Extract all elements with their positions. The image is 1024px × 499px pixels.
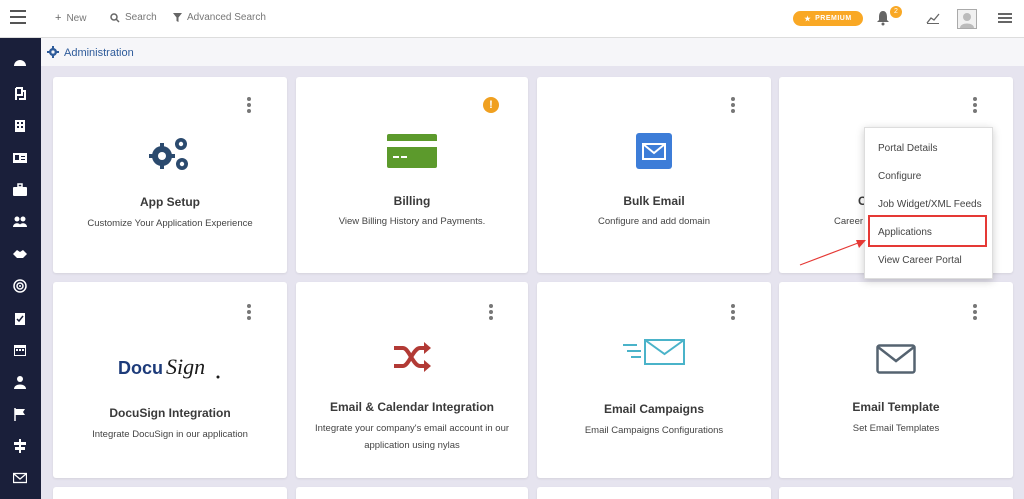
mail-icon[interactable] <box>13 471 27 485</box>
breadcrumb: Administration <box>41 38 1024 66</box>
card-title: Email Campaigns <box>603 402 705 416</box>
user-avatar-icon <box>960 13 974 28</box>
card-title: Email Template <box>852 400 940 414</box>
card-billing[interactable]: ! Billing View Billing History and Payme… <box>296 77 528 273</box>
credit-card-icon <box>387 134 437 168</box>
bell-icon[interactable] <box>876 10 890 26</box>
card-title: Billing <box>393 194 431 208</box>
card-description: Customize Your Application Experience <box>87 218 253 229</box>
more-options-icon[interactable] <box>247 304 251 320</box>
target-icon[interactable] <box>13 279 27 293</box>
jobs-icon[interactable] <box>13 87 27 101</box>
envelope-icon <box>636 133 672 169</box>
more-options-icon[interactable] <box>973 304 977 320</box>
more-options-icon[interactable] <box>247 97 251 113</box>
briefcase-icon[interactable] <box>13 183 27 197</box>
card-bulk-email[interactable]: Bulk Email Configure and add domain <box>537 77 771 273</box>
more-options-icon[interactable] <box>731 304 735 320</box>
building-icon[interactable] <box>13 119 27 133</box>
list-menu-icon[interactable] <box>998 12 1012 24</box>
more-options-icon[interactable] <box>489 304 493 320</box>
advanced-search-button[interactable]: Advanced Search <box>173 12 266 23</box>
card-app-setup[interactable]: App Setup Customize Your Application Exp… <box>53 77 287 273</box>
card-partial[interactable] <box>537 487 771 499</box>
card-description: Email Campaigns Configurations <box>584 425 724 436</box>
card-description: Configure and add domain <box>598 216 710 227</box>
dashboard-icon[interactable] <box>13 55 27 69</box>
card-description: Integrate your company's email account i… <box>314 423 510 451</box>
user-icon[interactable] <box>13 375 27 389</box>
handshake-icon[interactable] <box>13 247 27 261</box>
card-title: App Setup <box>140 195 200 209</box>
warning-icon[interactable]: ! <box>483 97 499 113</box>
fast-mail-icon <box>623 339 685 365</box>
search-button[interactable]: Search <box>110 12 157 23</box>
sidebar <box>0 38 41 499</box>
menu-item-portal-details[interactable]: Portal Details <box>878 143 937 154</box>
more-options-icon[interactable] <box>731 97 735 113</box>
calendar-icon[interactable] <box>13 343 27 357</box>
avatar[interactable] <box>957 9 977 29</box>
plus-icon: + <box>55 12 62 24</box>
card-partial[interactable] <box>779 487 1013 499</box>
card-docusign[interactable]: Docu Sign DocuSign Integration Integrate… <box>53 282 287 478</box>
card-email-template[interactable]: Email Template Set Email Templates <box>779 282 1013 478</box>
flag-icon[interactable] <box>13 407 27 421</box>
menu-item-configure[interactable]: Configure <box>878 171 921 182</box>
id-card-icon[interactable] <box>13 151 27 165</box>
card-options-dropdown: Portal Details Configure Job Widget/XML … <box>864 127 993 279</box>
filter-icon <box>173 12 182 22</box>
card-description: Career <box>834 216 864 227</box>
search-icon <box>110 12 120 23</box>
hamburger-menu-icon[interactable] <box>10 10 26 26</box>
gears-icon <box>149 138 188 170</box>
signpost-icon[interactable] <box>13 439 27 453</box>
new-button[interactable]: + New <box>55 12 86 24</box>
svg-text:Sign: Sign <box>166 354 205 379</box>
page-title[interactable]: Administration <box>64 47 134 59</box>
notification-count-badge: 2 <box>890 6 902 18</box>
card-email-campaigns[interactable]: Email Campaigns Email Campaigns Configur… <box>537 282 771 478</box>
card-title: Email & Calendar Integration <box>329 400 495 414</box>
more-options-icon[interactable] <box>973 97 977 113</box>
card-description: Integrate DocuSign in our application <box>92 429 248 440</box>
card-description: Set Email Templates <box>852 423 940 434</box>
gear-icon <box>47 46 59 58</box>
envelope-outline-icon <box>876 344 916 374</box>
svg-text:Docu: Docu <box>118 358 163 378</box>
top-bar: + New Search Advanced Search ★ PREMIUM 2 <box>0 0 1024 38</box>
card-partial[interactable] <box>53 487 287 499</box>
highlight-box <box>868 215 987 247</box>
premium-badge[interactable]: ★ PREMIUM <box>793 11 863 26</box>
star-icon: ★ <box>804 15 812 23</box>
chart-line-icon[interactable] <box>926 12 940 24</box>
card-email-calendar[interactable]: Email & Calendar Integration Integrate y… <box>296 282 528 478</box>
card-partial[interactable] <box>296 487 528 499</box>
card-title: DocuSign Integration <box>109 406 231 420</box>
card-description: View Billing History and Payments. <box>338 216 486 227</box>
docusign-logo: Docu Sign <box>118 354 220 379</box>
clipboard-check-icon[interactable] <box>13 311 27 325</box>
menu-item-job-widget[interactable]: Job Widget/XML Feeds <box>878 199 982 210</box>
menu-item-view-career-portal[interactable]: View Career Portal <box>878 255 962 266</box>
users-icon[interactable] <box>13 215 27 229</box>
card-title: Bulk Email <box>623 194 685 208</box>
shuffle-icon <box>394 342 431 372</box>
